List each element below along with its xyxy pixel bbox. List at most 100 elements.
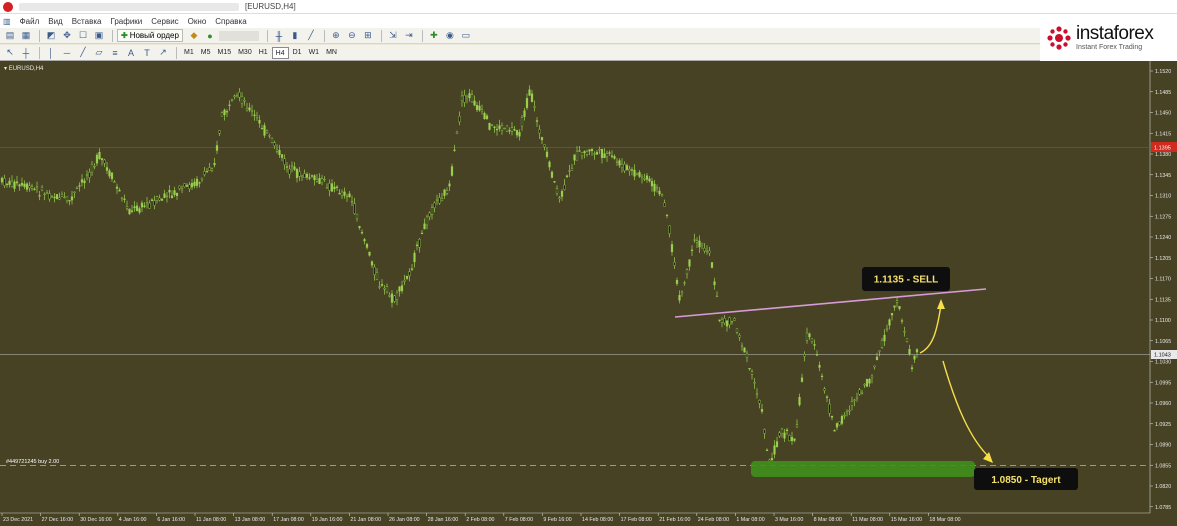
expert-editor-icon[interactable]: ◆ [187,29,201,42]
auto-scroll-icon[interactable]: ⇲ [386,29,400,42]
menu-file[interactable]: Файл [20,17,40,26]
text-tool-icon[interactable]: A [124,46,138,59]
candle-body [83,180,86,184]
candle-body [118,189,121,192]
timeframe-h1[interactable]: H1 [256,47,271,59]
cursor-icon[interactable]: ↖ [3,46,17,59]
horizontal-line-icon[interactable]: ─ [60,46,74,59]
price-tick-label: 1.1170 [1155,277,1171,283]
candle-body [730,320,734,323]
vertical-line-icon[interactable]: │ [44,46,58,59]
timeframe-d1[interactable]: D1 [290,47,305,59]
zoom-out-icon[interactable]: ⊖ [345,29,359,42]
candle-body [565,175,569,178]
timeframe-m1[interactable]: M1 [181,47,197,59]
candle-body [210,168,214,171]
new-order-label: Новый ордер [129,31,179,40]
candle-body [703,248,706,252]
line-chart-icon[interactable]: ╱ [304,29,318,42]
candle-body [78,185,81,187]
zoom-in-icon[interactable]: ⊕ [329,29,343,42]
timeframe-m30[interactable]: M30 [235,47,255,59]
candle-body [783,432,786,439]
candle-body [610,155,614,157]
candle-body [433,202,436,208]
candle-body [665,214,669,216]
menu-help[interactable]: Справка [215,17,246,26]
arrows-tool-icon[interactable]: ↗ [156,46,170,59]
candle-body [908,348,911,355]
candle-body [258,120,261,124]
candle-body [868,379,871,384]
menu-window[interactable]: Окно [188,17,207,26]
candle-body [460,95,464,102]
chart-shift-icon[interactable]: ⇥ [402,29,416,42]
candle-body [383,287,386,290]
candle-body [823,388,826,391]
candle-body [150,199,154,202]
candle-body [725,320,729,327]
time-scale: 23 Dec 2021 27 Dec 16:00 30 Dec 16:00 4 Jan… [1,513,961,523]
candle-body [705,250,709,252]
menu-charts[interactable]: Графики [110,17,142,26]
new-chart-icon[interactable]: ▤ [3,29,17,42]
candle-body [200,177,204,181]
menu-view[interactable]: Вид [48,17,62,26]
crosshair-icon[interactable]: ┼ [19,46,33,59]
new-order-button[interactable]: ✚ Новый ордер [117,29,183,42]
candle-body [35,186,39,188]
data-window-icon[interactable]: ✥ [60,29,74,42]
indicators-icon[interactable]: ✚ [427,29,441,42]
fibonacci-icon[interactable]: ≡ [108,46,122,59]
candle-body [675,280,679,284]
candle-body [268,135,271,137]
candle-body [590,148,594,152]
candle-body [410,268,414,270]
chart-menu-icon[interactable]: ▥ [3,17,11,26]
price-chart[interactable]: ▾ EURUSD,H4 1.1520 1.1485 1.1450 1.1415 1.13… [0,61,1177,526]
candle-body [5,183,9,185]
candlestick-icon[interactable]: ▮ [288,29,302,42]
navigator-icon[interactable]: ☐ [76,29,90,42]
candle-body [293,166,296,170]
terminal-icon[interactable]: ▣ [92,29,106,42]
timeframe-m5[interactable]: M5 [198,47,214,59]
candle-body [760,409,764,412]
candle-body [785,429,789,431]
candle-body [103,159,106,164]
candle-body [790,437,794,442]
timeframe-mn[interactable]: MN [323,47,340,59]
templates-icon[interactable]: ▭ [459,29,473,42]
autotrading-icon[interactable]: ● [203,29,217,42]
chart-area[interactable]: ▾ EURUSD,H4 1.1520 1.1485 1.1450 1.1415 1.13… [0,61,1177,526]
market-watch-icon[interactable]: ◩ [44,29,58,42]
bar-chart-icon[interactable]: ╫ [272,29,286,42]
menu-tools[interactable]: Сервис [151,17,178,26]
candle-body [773,445,776,455]
candle-body [588,149,591,152]
timeframe-h4[interactable]: H4 [271,46,289,59]
candle-body [770,457,774,461]
timeframe-w1[interactable]: W1 [306,47,323,59]
profiles-icon[interactable]: ▦ [19,29,33,42]
timeframe-m15[interactable]: M15 [214,47,234,59]
candle-body [110,172,114,180]
channel-icon[interactable]: ▱ [92,46,106,59]
candle-body [400,285,404,292]
tile-windows-icon[interactable]: ⊞ [361,29,375,42]
time-tick-label: 21 Jan 08:00 [350,517,381,523]
periods-icon[interactable]: ◉ [443,29,457,42]
trendline-icon[interactable]: ╱ [76,46,90,59]
candle-body [33,188,36,190]
candle-body [348,193,351,197]
candle-body [95,154,99,164]
candle-body [800,377,804,382]
brand-logo: instaforex Instant Forex Trading [1040,14,1177,61]
label-tool-icon[interactable]: T [140,46,154,59]
candle-body [423,223,426,230]
candle-body [560,190,564,197]
candle-body [485,115,489,120]
candle-body [375,272,379,280]
menu-insert[interactable]: Вставка [72,17,102,26]
candle-body [720,319,724,323]
